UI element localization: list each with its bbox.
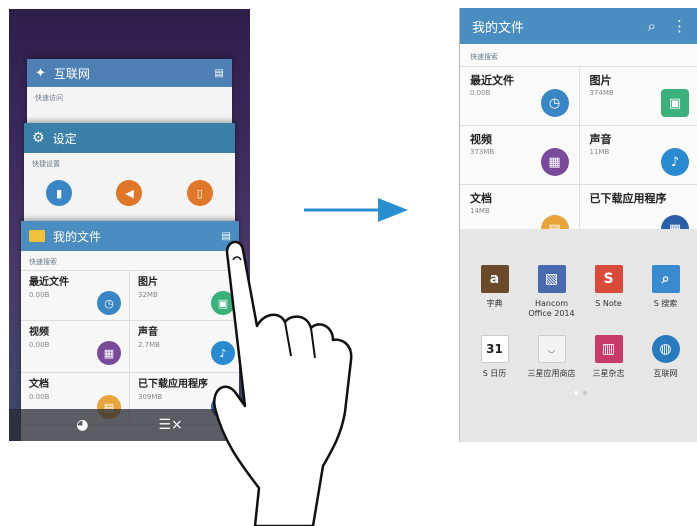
window-icon: ▤: [214, 67, 224, 79]
app-label: S 日历: [482, 369, 507, 378]
more-options-icon[interactable]: ⋮: [672, 17, 687, 35]
category-name: 文档: [470, 192, 492, 205]
app-label: 互联网: [653, 369, 678, 378]
category-name: 视频: [29, 327, 49, 338]
category-name: 已下载应用程序: [589, 192, 667, 205]
category-name: 最近文件: [470, 74, 514, 87]
category-name: 图片: [589, 74, 612, 87]
section-label: 快速搜索: [460, 44, 697, 66]
category-grid: 最近文件 0.00B ◷ 图片 374MB ▣ 视频 373MB ▦ 声音 11…: [460, 66, 697, 244]
screen-icon: ▯: [186, 180, 213, 206]
app-s-note[interactable]: S S Note: [581, 265, 637, 319]
card-title: 设定: [52, 131, 77, 146]
app-label: S 搜索: [653, 299, 678, 308]
category-recent[interactable]: 最近文件 0.00B ◷: [460, 67, 580, 126]
film-icon: ▦: [97, 341, 121, 365]
pie-chart-icon[interactable]: ◕: [76, 417, 88, 433]
page-dot[interactable]: [573, 391, 578, 395]
galaxy-apps-icon: ◡: [537, 335, 566, 363]
my-files-screen: 我的文件 ⌕ ⋮ 快速搜索 最近文件 0.00B ◷ 图片 374MB ▣ 视频…: [459, 8, 697, 442]
category-images[interactable]: 图片 374MB ▣: [579, 67, 697, 126]
category-audio[interactable]: 声音 11MB ♪: [579, 126, 697, 185]
globe-icon: ◍: [651, 335, 680, 363]
category-name: 文档: [29, 379, 49, 390]
app-row: a 字典 ▧ Hancom Office 2014 S S Note ⌕ S 搜…: [460, 229, 697, 319]
app-label: 三星杂志: [592, 369, 625, 378]
hancom-icon: ▧: [537, 265, 566, 293]
section-label: 快捷设置: [32, 160, 60, 168]
magazine-icon: ▥: [594, 335, 623, 363]
app-s-planner[interactable]: 31 S 日历: [467, 335, 523, 379]
s-note-icon: S: [594, 265, 623, 293]
category-videos[interactable]: 视频 0.00B ▦: [21, 321, 130, 373]
folder-icon: [29, 230, 45, 242]
app-hancom-office[interactable]: ▧ Hancom Office 2014: [524, 265, 580, 319]
card-header: ⚙ 设定: [24, 123, 235, 153]
app-dictionary[interactable]: a 字典: [467, 265, 523, 319]
calendar-icon: 31: [480, 335, 509, 363]
app-internet[interactable]: ◍ 互联网: [638, 335, 694, 379]
page-title: 我的文件: [472, 20, 525, 36]
s-finder-icon: ⌕: [651, 265, 680, 293]
chart-icon: ▮: [46, 180, 73, 206]
app-galaxy-apps[interactable]: ◡ 三星应用商店: [524, 335, 580, 379]
arrow-right-icon: [304, 198, 408, 222]
card-title: 我的文件: [53, 229, 102, 244]
card-title: 互联网: [53, 66, 90, 81]
gear-icon: ⚙: [32, 130, 45, 146]
category-name: 视频: [470, 133, 492, 146]
sound-icon: ◀: [116, 180, 143, 206]
app-header: 我的文件 ⌕ ⋮: [460, 8, 697, 44]
app-drawer: a 字典 ▧ Hancom Office 2014 S S Note ⌕ S 搜…: [460, 229, 697, 442]
film-icon: ▦: [540, 148, 569, 176]
dictionary-icon: a: [480, 265, 509, 293]
quick-settings-row: ▮ ◀ ▯: [24, 172, 235, 206]
category-name: 声音: [589, 133, 612, 146]
internet-icon: ✦: [35, 65, 46, 81]
clock-icon: ◷: [97, 291, 121, 315]
category-videos[interactable]: 视频 373MB ▦: [460, 126, 580, 185]
page-indicator: [460, 391, 697, 395]
card-header: ✦ 互联网 ▤: [27, 59, 232, 87]
image-icon: ▣: [661, 89, 689, 117]
app-label: 三星应用商店: [527, 369, 576, 378]
search-icon[interactable]: ⌕: [648, 17, 656, 35]
app-label: 字典: [486, 299, 503, 308]
tutorial-illustration: ✦ 互联网 ▤ 快速访问 ⚙ 设定 快捷设置 ▮ ◀ ▯ 我的文件 ▤ 快速搜索…: [0, 0, 697, 526]
app-samsung-magazine[interactable]: ▥ 三星杂志: [581, 335, 637, 379]
music-note-icon: ♪: [661, 148, 689, 176]
category-recent[interactable]: 最近文件 0.00B ◷: [21, 271, 130, 321]
clock-icon: ◷: [540, 89, 569, 117]
page-dot[interactable]: [582, 391, 587, 395]
app-s-finder[interactable]: ⌕ S 搜索: [638, 265, 694, 319]
app-row: 31 S 日历 ◡ 三星应用商店 ▥ 三星杂志 ◍ 互联网: [460, 319, 697, 379]
app-label: Hancom Office 2014: [528, 299, 575, 318]
app-label: S Note: [595, 299, 622, 308]
hand-gesture-icon: [213, 240, 353, 526]
close-all-icon[interactable]: ☰×: [158, 417, 182, 433]
category-size: 14MB: [470, 207, 490, 215]
category-name: 最近文件: [29, 277, 69, 288]
section-label: 快速访问: [35, 94, 63, 102]
